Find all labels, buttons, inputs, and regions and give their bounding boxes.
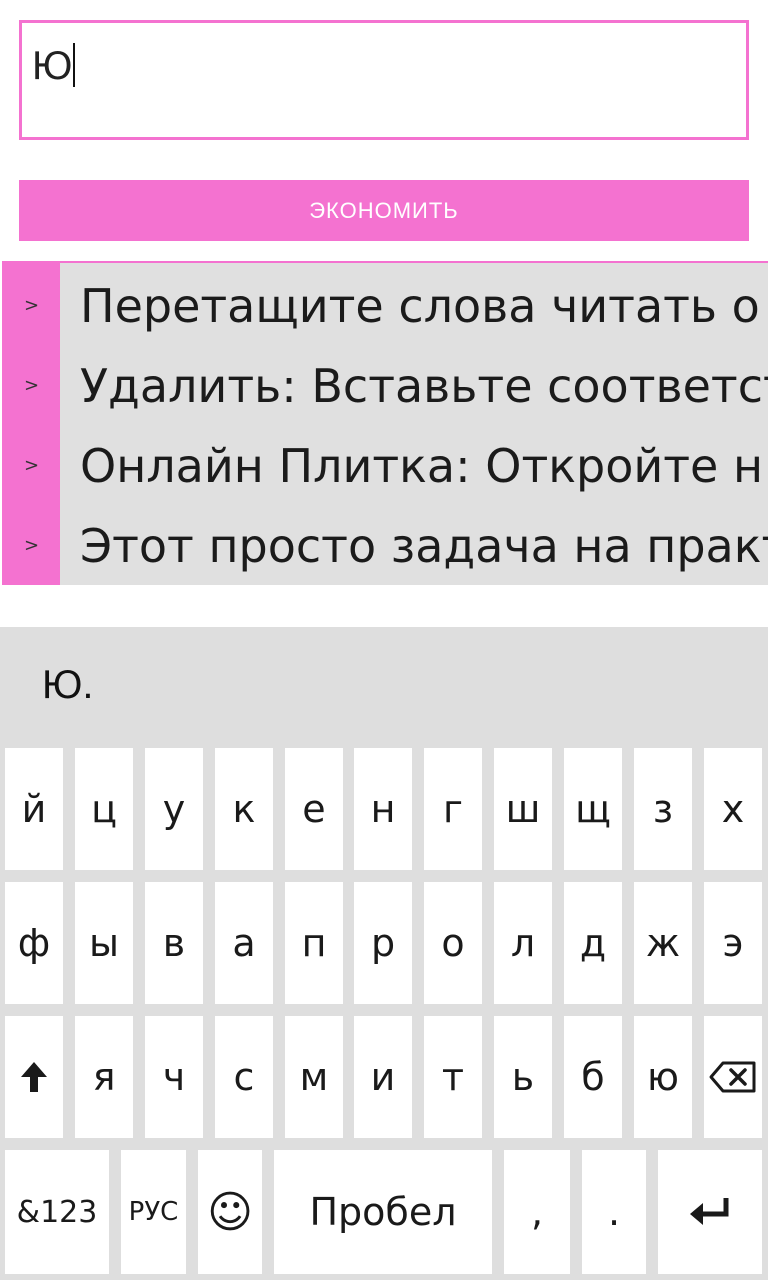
key[interactable]: у — [145, 748, 203, 870]
list-item[interactable]: > Удалить: Вставьте соответств — [2, 347, 768, 427]
smiley-icon: ☺ — [207, 1186, 253, 1238]
text-caret — [73, 43, 76, 87]
enter-key[interactable] — [658, 1150, 762, 1274]
key[interactable]: щ — [564, 748, 622, 870]
list-item-text: Удалить: Вставьте соответств — [80, 359, 768, 413]
key[interactable]: е — [285, 748, 343, 870]
on-screen-keyboard: й ц у к е н г ш щ з х ф ы в а п р о л д … — [0, 745, 768, 1280]
chevron-right-icon: > — [24, 455, 40, 476]
input-value: Ю — [32, 43, 76, 89]
enter-icon — [690, 1198, 729, 1225]
list-item-text: Этот просто задача на практ — [80, 519, 768, 573]
key[interactable]: л — [494, 882, 552, 1004]
suggestion-bar: Ю. — [0, 627, 768, 745]
key[interactable]: я — [75, 1016, 133, 1138]
backspace-key[interactable] — [704, 1016, 762, 1138]
key[interactable]: н — [354, 748, 412, 870]
key[interactable]: п — [285, 882, 343, 1004]
text-input[interactable]: Ю — [19, 20, 749, 140]
save-button-label: ЭКОНОМИТЬ — [309, 197, 459, 223]
list-item-text: Перетащите слова читать о — [80, 279, 760, 333]
comma-key[interactable]: , — [504, 1150, 570, 1274]
shift-key[interactable] — [5, 1016, 63, 1138]
key[interactable]: ь — [494, 1016, 552, 1138]
key[interactable]: д — [564, 882, 622, 1004]
key[interactable]: о — [424, 882, 482, 1004]
save-button[interactable]: ЭКОНОМИТЬ — [19, 180, 749, 241]
chevron-right-icon: > — [24, 295, 40, 316]
list-item[interactable]: > Перетащите слова читать о — [2, 267, 768, 347]
emoji-key[interactable]: ☺ — [198, 1150, 262, 1274]
key[interactable]: й — [5, 748, 63, 870]
key[interactable]: ш — [494, 748, 552, 870]
key[interactable]: з — [634, 748, 692, 870]
list-item[interactable]: > Этот просто задача на практ — [2, 507, 768, 585]
key[interactable]: а — [215, 882, 273, 1004]
chevron-right-icon: > — [24, 535, 40, 556]
list-item[interactable]: > Онлайн Плитка: Откройте н — [2, 427, 768, 507]
language-key[interactable]: РУС — [121, 1150, 186, 1274]
key[interactable]: к — [215, 748, 273, 870]
key[interactable]: в — [145, 882, 203, 1004]
key[interactable]: х — [704, 748, 762, 870]
key[interactable]: ц — [75, 748, 133, 870]
key[interactable]: т — [424, 1016, 482, 1138]
key[interactable]: б — [564, 1016, 622, 1138]
period-key[interactable]: . — [582, 1150, 646, 1274]
numbers-key[interactable]: &123 — [5, 1150, 109, 1274]
chevron-right-icon: > — [24, 375, 40, 396]
key[interactable]: ю — [634, 1016, 692, 1138]
shift-arrow-icon — [21, 1062, 47, 1092]
key[interactable]: ч — [145, 1016, 203, 1138]
space-key[interactable]: Пробел — [274, 1150, 492, 1274]
command-list: > Перетащите слова читать о > Удалить: В… — [2, 261, 768, 585]
key[interactable]: м — [285, 1016, 343, 1138]
backspace-icon — [709, 1061, 756, 1093]
key[interactable]: и — [354, 1016, 412, 1138]
key[interactable]: э — [704, 882, 762, 1004]
word-suggestion[interactable]: Ю. — [42, 663, 94, 708]
list-item-text: Онлайн Плитка: Откройте н — [80, 439, 764, 493]
key[interactable]: р — [354, 882, 412, 1004]
key[interactable]: с — [215, 1016, 273, 1138]
key[interactable]: ы — [75, 882, 133, 1004]
key[interactable]: ф — [5, 882, 63, 1004]
key[interactable]: ж — [634, 882, 692, 1004]
key[interactable]: г — [424, 748, 482, 870]
